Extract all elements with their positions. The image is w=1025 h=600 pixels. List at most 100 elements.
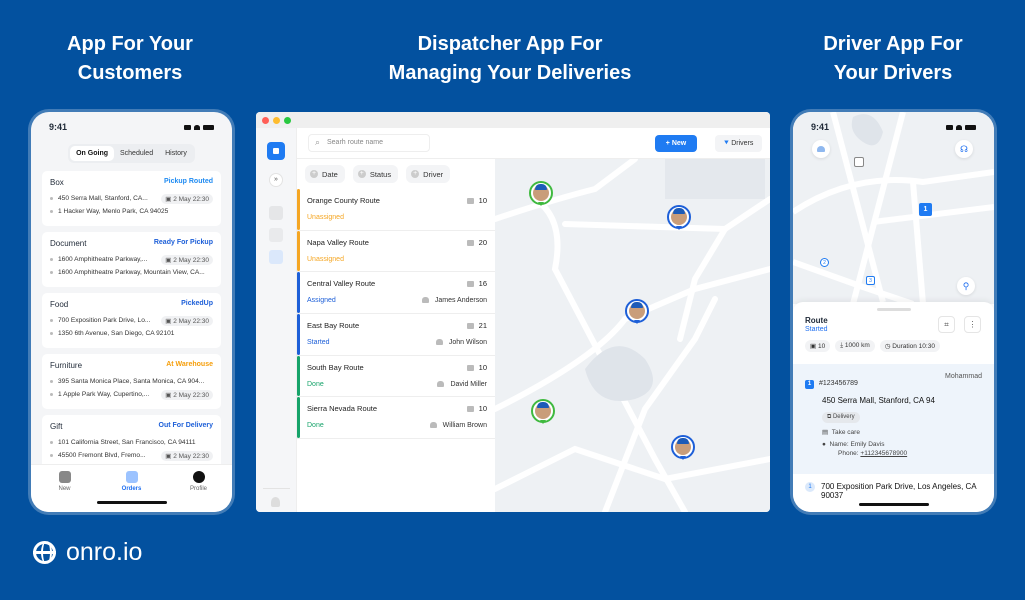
pickup-dot-icon bbox=[50, 319, 53, 322]
heading-line: Driver App For bbox=[823, 33, 963, 55]
tab-on-going[interactable]: On Going bbox=[70, 146, 114, 161]
nav-orders[interactable]: Orders bbox=[107, 471, 157, 512]
driver-map[interactable]: 9:41 ☊ 1 2 3 ⚲ bbox=[793, 112, 994, 304]
status-bar-indicator bbox=[297, 189, 300, 230]
nav-profile[interactable]: Profile bbox=[174, 471, 224, 512]
driver-map-pin[interactable] bbox=[671, 435, 695, 460]
route-row[interactable]: Central Valley Route 16 Assigned James And… bbox=[297, 272, 495, 315]
filter-status[interactable]: + Status bbox=[352, 165, 399, 183]
order-card[interactable]: Document Ready For Pickup 1600 Amphitheat… bbox=[42, 232, 221, 287]
dispatcher-app-window: » Searh route name + New ⯆Drivers +Date … bbox=[256, 112, 770, 512]
order-status: Pickup Routed bbox=[163, 178, 213, 185]
route-row[interactable]: Sierra Nevada Route 10 Done William Brown bbox=[297, 397, 495, 440]
close-window-button[interactable] bbox=[262, 116, 269, 124]
chip-label: Delivery bbox=[832, 414, 855, 420]
pickup-dot-icon bbox=[50, 258, 53, 261]
stop-marker[interactable]: 1 bbox=[919, 203, 932, 216]
date-text: 2 May 22:30 bbox=[173, 452, 209, 460]
stop-card[interactable]: 1 #123456789 Mohammad 450 Serra Mall, Sta… bbox=[793, 364, 994, 474]
routes-icon[interactable] bbox=[269, 250, 283, 264]
plus-icon: + bbox=[310, 170, 318, 178]
date-text: 2 May 22:30 bbox=[173, 256, 209, 264]
order-card[interactable]: Box Pickup Routed 450 Serra Mall, Stanfor… bbox=[42, 171, 221, 226]
notification-bell-icon[interactable] bbox=[271, 497, 280, 507]
nav-new[interactable]: New bbox=[40, 471, 90, 512]
dashboard-icon[interactable] bbox=[269, 228, 283, 242]
heading-line: Managing Your Deliveries bbox=[388, 62, 632, 84]
filter-label: Driver bbox=[423, 169, 444, 179]
new-route-button[interactable]: + New bbox=[655, 135, 697, 152]
address-text: 450 Serra Mall, Stanford, CA... bbox=[58, 195, 148, 202]
orders-icon[interactable] bbox=[269, 206, 283, 220]
route-row[interactable]: Orange County Route 10 Unassigned bbox=[297, 189, 495, 231]
filter-date[interactable]: + Date bbox=[305, 165, 345, 183]
order-card[interactable]: Furniture At Warehouse 395 Santa Monica P… bbox=[42, 354, 221, 409]
drag-handle[interactable] bbox=[876, 308, 911, 311]
order-list: Box Pickup Routed 450 Serra Mall, Stanfor… bbox=[31, 171, 232, 470]
driver-map-pin[interactable] bbox=[667, 205, 691, 230]
stop-marker[interactable]: 3 bbox=[866, 276, 875, 285]
order-card[interactable]: Food PickedUp 700 Exposition Park Drive, … bbox=[42, 293, 221, 348]
maximize-window-button[interactable] bbox=[284, 116, 291, 124]
order-card[interactable]: Gift Out For Delivery 101 California Stre… bbox=[42, 415, 221, 470]
address-text: 700 Exposition Park Drive, Lo... bbox=[58, 317, 151, 324]
dropoff-dot-icon bbox=[50, 393, 53, 396]
date-chip: ▣ 2 May 22:30 bbox=[161, 450, 213, 461]
tab-history[interactable]: History bbox=[159, 146, 193, 161]
driver-avatar bbox=[675, 438, 691, 455]
pickup-marker-icon[interactable] bbox=[854, 157, 864, 167]
dropoff-address: 1350 6th Avenue, San Diego, CA 92101 bbox=[50, 327, 213, 340]
my-location-button[interactable]: ⚲ bbox=[957, 277, 975, 295]
route-row[interactable]: South Bay Route 10 Done David Miller bbox=[297, 355, 495, 398]
order-type: Document bbox=[50, 239, 87, 248]
orders-icon bbox=[125, 471, 138, 483]
expand-sidebar-button[interactable]: » bbox=[269, 173, 283, 187]
dropoff-address: 1600 Amphitheatre Parkway, Mountain View… bbox=[50, 266, 213, 279]
order-type: Food bbox=[50, 300, 69, 309]
signal-wifi-battery-icon bbox=[184, 124, 214, 130]
order-type: Furniture bbox=[50, 361, 83, 370]
duration-chip: ◷ Duration 10:30 bbox=[879, 340, 940, 352]
driver-avatar bbox=[535, 402, 551, 419]
dropoff-dot-icon bbox=[50, 332, 53, 335]
pickup-address: 395 Santa Monica Place, Santa Monica, CA… bbox=[50, 375, 213, 388]
order-status: At Warehouse bbox=[166, 361, 213, 368]
brand-name: onro.io bbox=[66, 538, 143, 566]
map[interactable] bbox=[495, 159, 770, 512]
order-count: 20 bbox=[467, 238, 487, 247]
route-search-input[interactable]: Searh route name bbox=[308, 134, 430, 152]
driver-map-pin[interactable] bbox=[529, 181, 553, 206]
more-options-button[interactable]: ⋮ bbox=[964, 316, 981, 333]
stop-number-badge: 1 bbox=[805, 482, 815, 492]
pickup-dot-icon bbox=[50, 441, 53, 444]
route-status: Started bbox=[805, 326, 828, 333]
app-logo-icon[interactable] bbox=[267, 142, 285, 160]
pickup-address: 1600 Amphitheatre Parkway,... ▣ 2 May 22:… bbox=[50, 253, 213, 266]
clock: 9:41 bbox=[811, 122, 830, 132]
route-row[interactable]: Napa Valley Route 20 Unassigned bbox=[297, 230, 495, 273]
nav-label: Profile bbox=[189, 486, 207, 492]
support-headset-button[interactable]: ☊ bbox=[955, 140, 973, 158]
minimize-window-button[interactable] bbox=[273, 116, 280, 124]
pickup-address: 700 Exposition Park Drive, Lo... ▣ 2 May … bbox=[50, 314, 213, 327]
stop-marker[interactable]: 2 bbox=[820, 258, 829, 267]
window-titlebar bbox=[256, 112, 770, 128]
chip-value: Duration 10:30 bbox=[892, 343, 935, 350]
home-button[interactable] bbox=[812, 140, 830, 158]
route-name: Sierra Nevada Route bbox=[307, 404, 378, 414]
date-text: 2 May 22:30 bbox=[173, 391, 209, 399]
stop-address: 700 Exposition Park Drive, Los Angeles, … bbox=[821, 482, 977, 500]
new-order-icon bbox=[58, 471, 71, 483]
phone-link[interactable]: +112345678900 bbox=[860, 450, 907, 457]
tab-scheduled[interactable]: Scheduled bbox=[114, 146, 159, 161]
driver-map-pin[interactable] bbox=[531, 399, 555, 424]
pickup-dot-icon bbox=[50, 380, 53, 383]
driver-map-pin[interactable] bbox=[625, 299, 649, 324]
next-stop[interactable]: 1 700 Exposition Park Drive, Los Angeles… bbox=[805, 482, 982, 500]
scan-button[interactable]: ⌗ bbox=[938, 316, 955, 333]
stop-id: #123456789 bbox=[819, 380, 858, 387]
driver-avatar bbox=[671, 208, 687, 225]
drivers-button[interactable]: ⯆ Drivers bbox=[715, 135, 762, 152]
route-row[interactable]: East Bay Route 21 Started John Wilson bbox=[297, 314, 495, 356]
filter-driver[interactable]: + Driver bbox=[406, 165, 451, 183]
